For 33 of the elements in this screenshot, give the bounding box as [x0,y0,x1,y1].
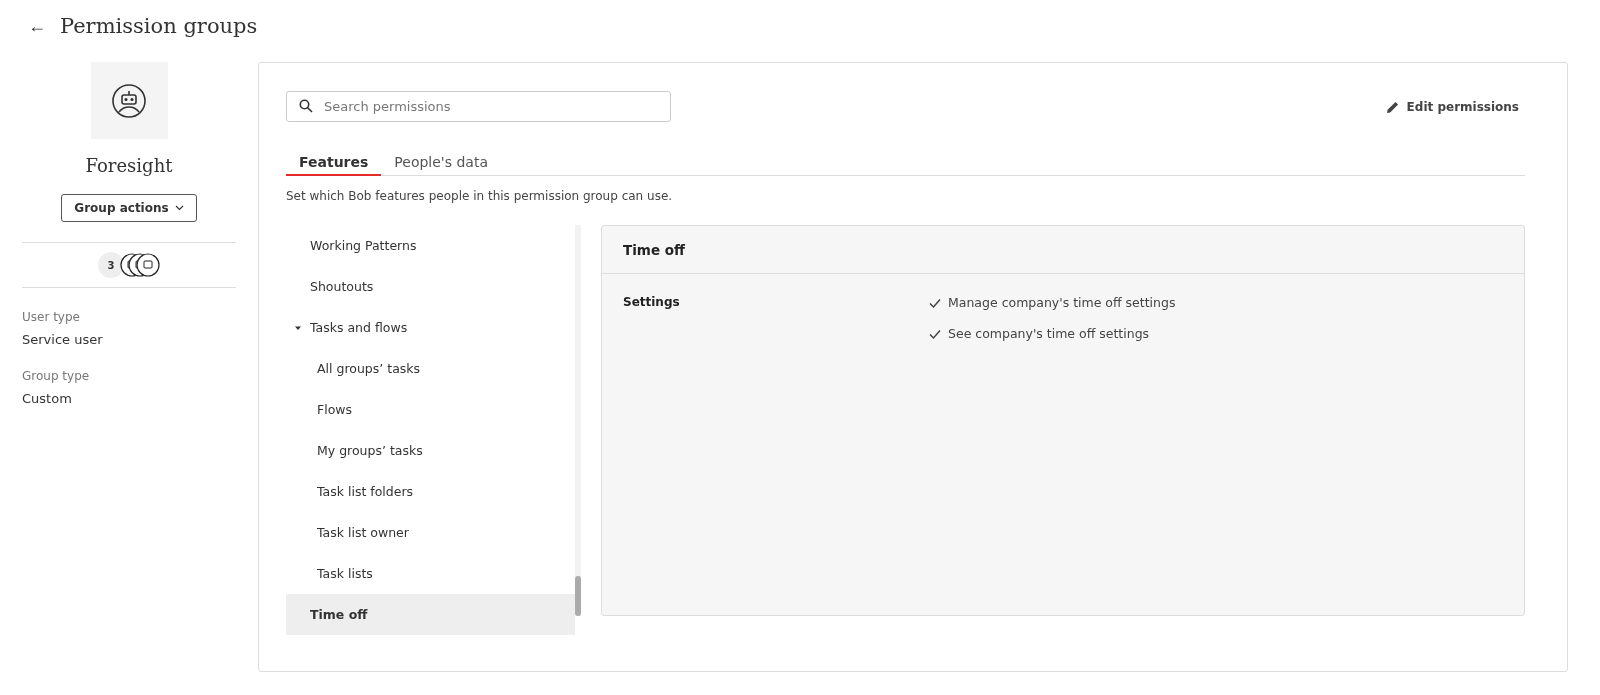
page-title: Permission groups [60,14,258,38]
tree-item[interactable]: Task lists [286,553,575,594]
tree-item[interactable]: Shoutouts [286,266,575,307]
pencil-icon [1385,99,1400,114]
tree-item[interactable]: Flows [286,389,575,430]
search-field[interactable]: Search permissions [286,91,671,122]
tree-item[interactable]: Working Patterns [286,225,575,266]
avatar-icon [136,253,160,277]
edit-permissions-button[interactable]: Edit permissions [1379,98,1525,115]
tree-item[interactable]: Tasks and flows [286,307,575,348]
panel-title: Time off [602,226,1524,274]
search-icon [299,99,313,113]
tree-item[interactable]: All groups’ tasks [286,348,575,389]
back-button[interactable]: ← [28,15,46,37]
detail-label: Group type [22,369,91,383]
section-label: Settings [623,295,681,311]
tab[interactable]: People's data [381,150,501,176]
tree-item[interactable]: Task list folders [286,471,575,512]
member-count: 3 [98,252,124,278]
group-name: Foresight [85,155,173,176]
tree-item[interactable]: Time off [286,594,575,635]
permission-text: See company's time off settings [948,326,1150,341]
chevron-down-icon [174,205,184,211]
description: Set which Bob features people in this permission group can use. [286,189,674,203]
group-actions-button[interactable]: Group actions [61,194,197,222]
tree-item[interactable]: Task list owner [286,512,575,553]
detail-value: Custom [22,391,73,406]
tab[interactable]: Features [286,150,382,176]
tree-item[interactable]: My groups’ tasks [286,430,575,471]
detail-label: User type [22,310,81,324]
detail-value: Service user [22,332,104,347]
permission-text: Manage company's time off settings [948,295,1176,310]
robot-icon [111,82,147,119]
